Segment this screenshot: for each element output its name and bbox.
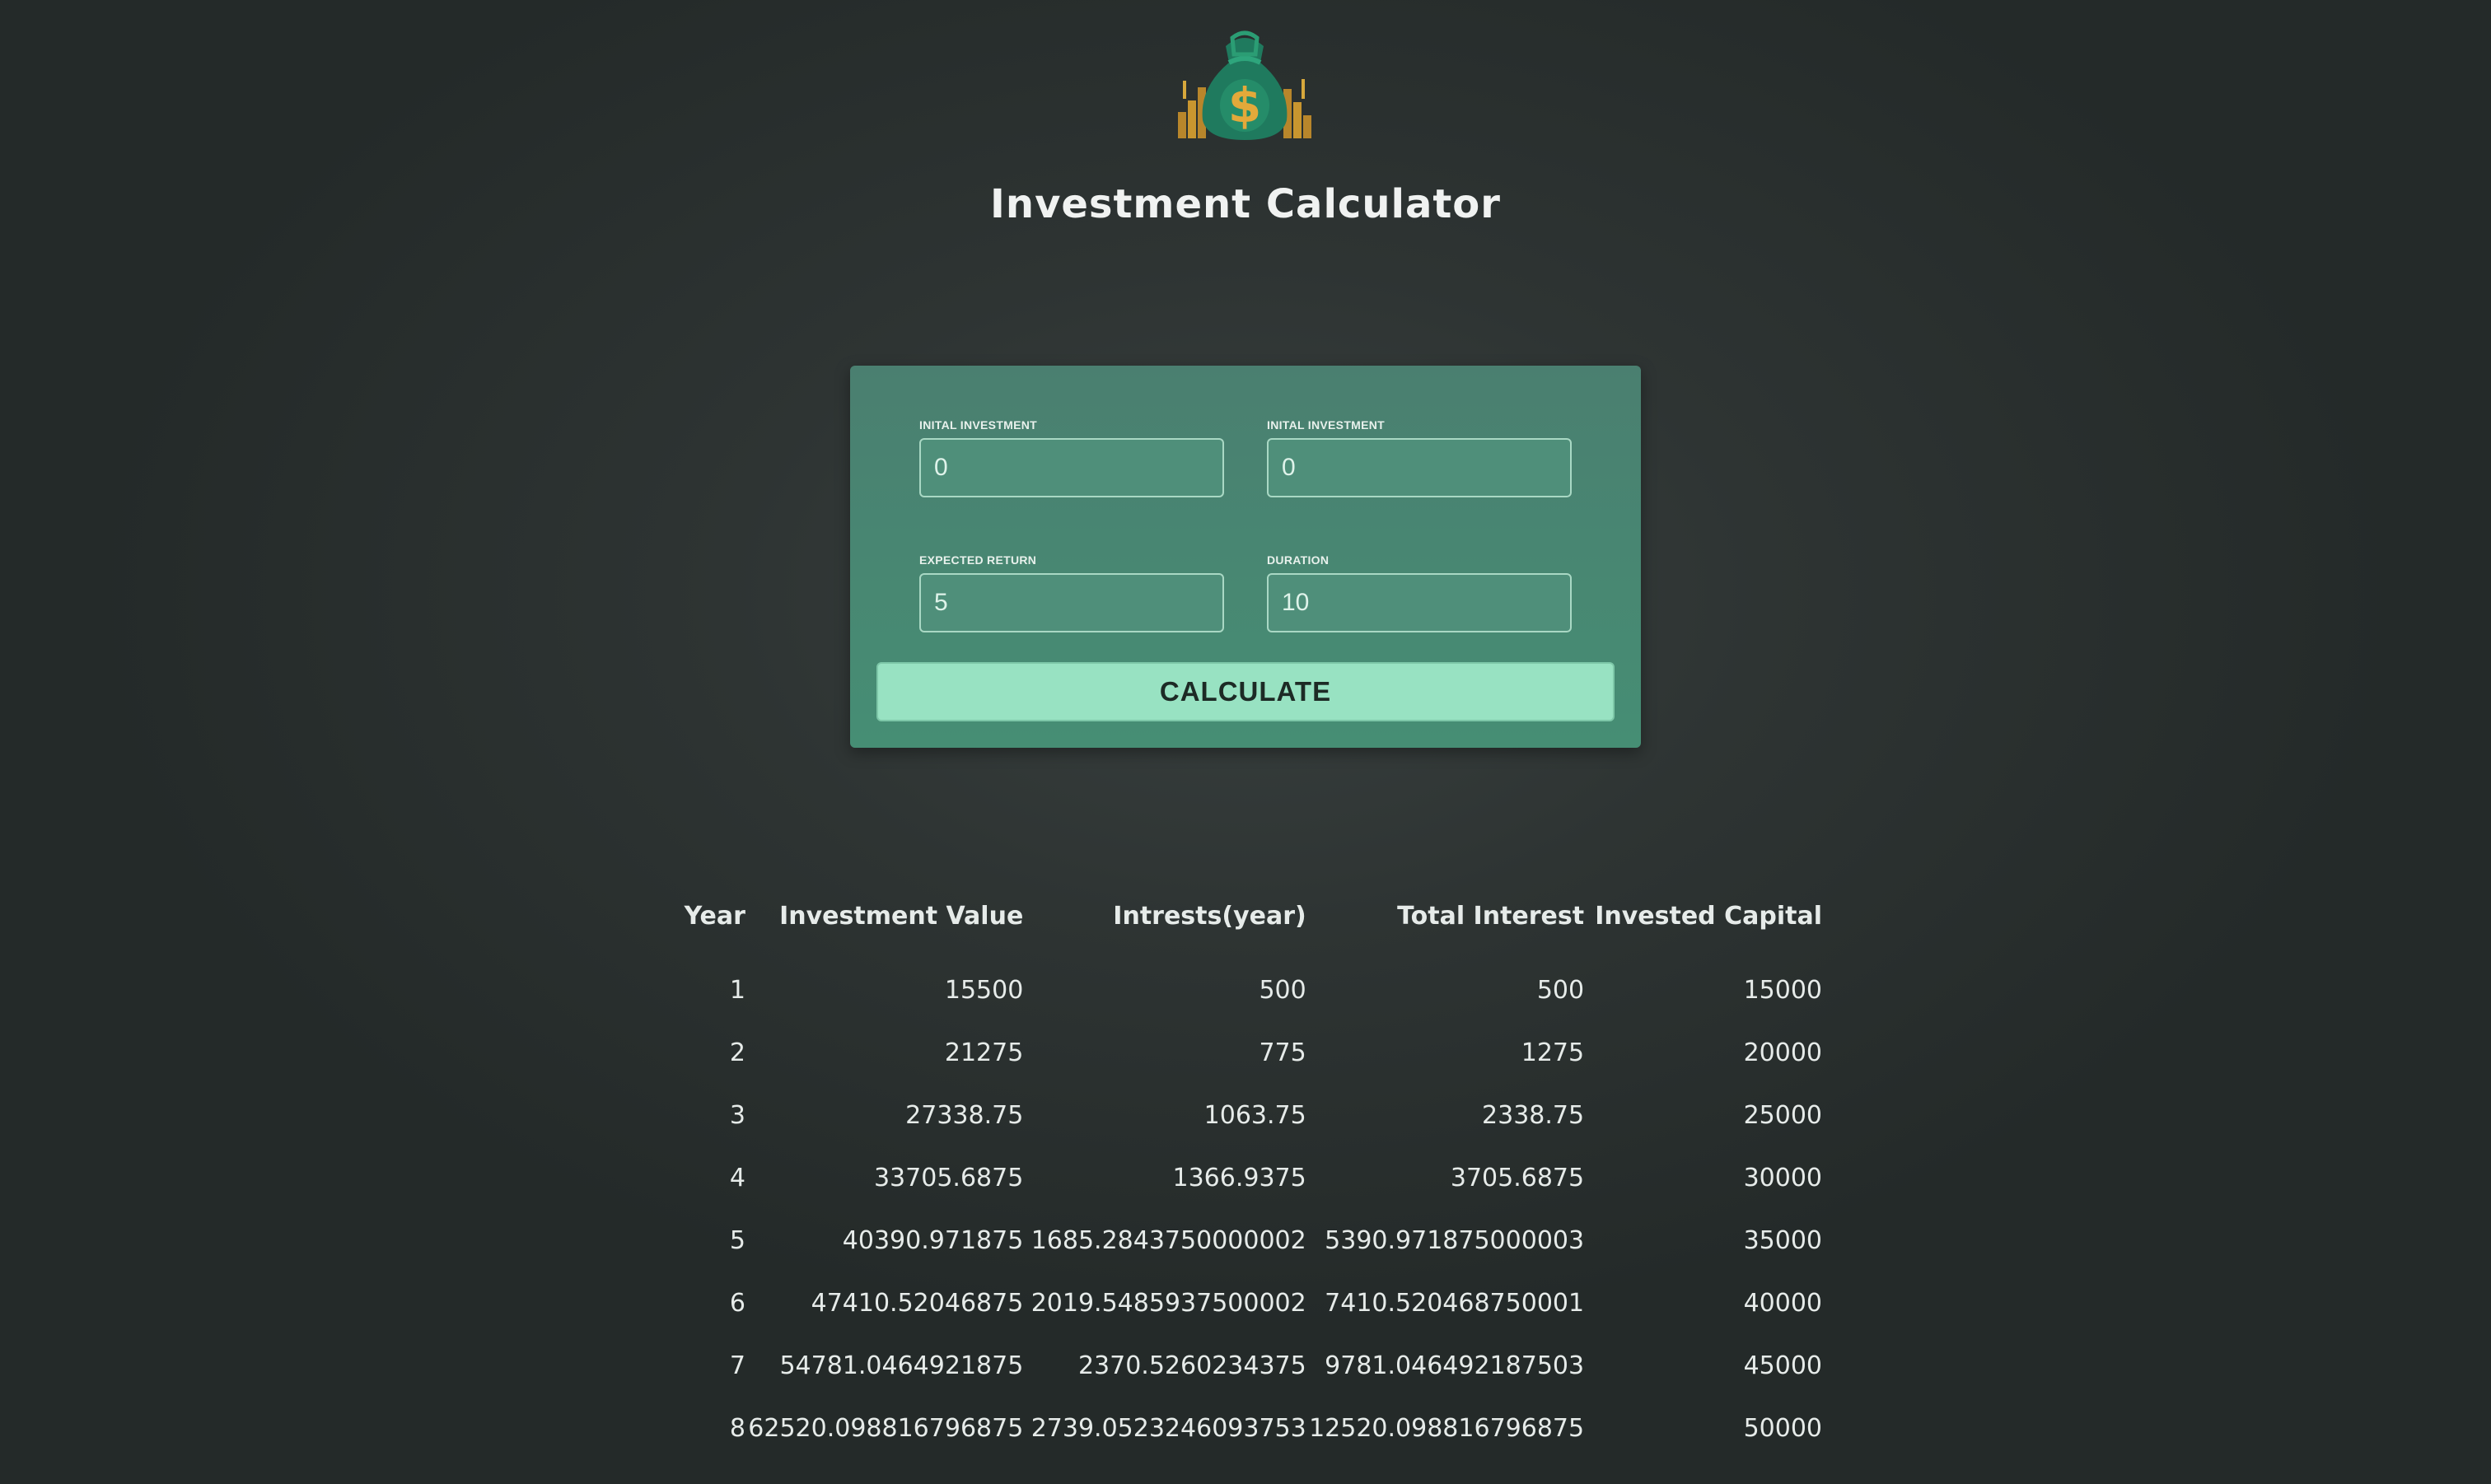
duration-field: DURATION xyxy=(1267,553,1572,632)
expected-return-input[interactable] xyxy=(919,573,1224,632)
cell-interest-year: 2019.5485937500002 xyxy=(1031,1288,1306,1318)
table-header-row: Year Investment Value Intrests(year) Tot… xyxy=(669,898,1822,959)
results-table: Year Investment Value Intrests(year) Tot… xyxy=(669,898,1822,1459)
cell-total-interest: 2338.75 xyxy=(1482,1100,1585,1130)
cell-interest-year: 1366.9375 xyxy=(1172,1163,1306,1192)
cell-year: 7 xyxy=(729,1351,745,1380)
duration-input[interactable] xyxy=(1267,573,1572,632)
annual-investment-input[interactable] xyxy=(1267,438,1572,497)
header-investment-value: Investment Value xyxy=(779,901,1024,931)
cell-invested-capital: 20000 xyxy=(1743,1038,1822,1067)
cell-interest-year: 2739.0523246093753 xyxy=(1031,1413,1306,1443)
cell-invested-capital: 35000 xyxy=(1743,1225,1822,1255)
cell-investment-value: 54781.0464921875 xyxy=(779,1351,1024,1380)
cell-total-interest: 12520.098816796875 xyxy=(1309,1413,1585,1443)
expected-return-field: EXPECTED RETURN xyxy=(919,553,1224,632)
cell-interest-year: 500 xyxy=(1259,975,1306,1005)
cell-invested-capital: 40000 xyxy=(1743,1288,1822,1318)
calculate-button[interactable]: CALCULATE xyxy=(876,662,1615,721)
cell-investment-value: 27338.75 xyxy=(905,1100,1024,1130)
header-total-interest: Total Interest xyxy=(1397,901,1585,931)
results-body: 1 15500 500 500 15000 2 21275 775 1275 20000 3 2733… xyxy=(669,959,1822,1459)
header-invested-capital: Invested Capital xyxy=(1595,901,1822,931)
cell-invested-capital: 50000 xyxy=(1743,1413,1822,1443)
annual-investment-label: INITAL INVESTMENT xyxy=(1267,418,1386,432)
initial-investment-field: INITAL INVESTMENT xyxy=(919,418,1224,497)
cell-total-interest: 3705.6875 xyxy=(1450,1163,1585,1192)
table-row: 8 62520.098816796875 2739.0523246093753 125… xyxy=(669,1397,1822,1459)
annual-investment-field: INITAL INVESTMENT xyxy=(1267,418,1572,497)
cell-total-interest: 7410.520468750001 xyxy=(1325,1288,1585,1318)
cell-interest-year: 775 xyxy=(1259,1038,1306,1067)
initial-investment-label: INITAL INVESTMENT xyxy=(919,418,1038,432)
cell-year: 3 xyxy=(729,1100,745,1130)
cell-year: 2 xyxy=(729,1038,745,1067)
cell-invested-capital: 25000 xyxy=(1743,1100,1822,1130)
cell-year: 6 xyxy=(729,1288,745,1318)
table-row: 2 21275 775 1275 20000 xyxy=(669,1021,1822,1084)
cell-investment-value: 47410.52046875 xyxy=(811,1288,1024,1318)
calculator-form: INITAL INVESTMENT INITAL INVESTMENT EXPE… xyxy=(850,366,1641,748)
money-bag-dollar-icon: $ xyxy=(1178,30,1311,140)
page-title: Investment Calculator xyxy=(990,181,1501,227)
cell-total-interest: 1275 xyxy=(1521,1038,1585,1067)
cell-investment-value: 15500 xyxy=(944,975,1024,1005)
cell-year: 8 xyxy=(729,1413,745,1443)
table-row: 4 33705.6875 1366.9375 3705.6875 30000 xyxy=(669,1146,1822,1209)
cell-total-interest: 9781.046492187503 xyxy=(1325,1351,1585,1380)
cell-investment-value: 40390.971875 xyxy=(842,1225,1024,1255)
table-row: 3 27338.75 1063.75 2338.75 25000 xyxy=(669,1084,1822,1146)
cell-total-interest: 500 xyxy=(1536,975,1585,1005)
expected-return-label: EXPECTED RETURN xyxy=(919,553,1037,567)
cell-total-interest: 5390.971875000003 xyxy=(1325,1225,1585,1255)
initial-investment-input[interactable] xyxy=(919,438,1224,497)
cell-interest-year: 2370.5260234375 xyxy=(1077,1351,1306,1380)
cell-interest-year: 1685.2843750000002 xyxy=(1031,1225,1306,1255)
header-year: Year xyxy=(684,901,745,931)
table-row: 5 40390.971875 1685.2843750000002 5390.9718… xyxy=(669,1209,1822,1272)
cell-invested-capital: 15000 xyxy=(1743,975,1822,1005)
header-interest-year: Intrests(year) xyxy=(1113,901,1306,931)
table-row: 7 54781.0464921875 2370.5260234375 9781.046… xyxy=(669,1334,1822,1397)
svg-text:$: $ xyxy=(1228,77,1261,133)
cell-investment-value: 33705.6875 xyxy=(873,1163,1024,1192)
cell-year: 5 xyxy=(729,1225,745,1255)
table-row: 1 15500 500 500 15000 xyxy=(669,959,1822,1021)
cell-investment-value: 62520.098816796875 xyxy=(748,1413,1024,1443)
duration-label: DURATION xyxy=(1267,553,1330,567)
cell-invested-capital: 30000 xyxy=(1743,1163,1822,1192)
cell-interest-year: 1063.75 xyxy=(1203,1100,1306,1130)
cell-investment-value: 21275 xyxy=(944,1038,1024,1067)
table-row: 6 47410.52046875 2019.5485937500002 7410.52… xyxy=(669,1272,1822,1334)
cell-invested-capital: 45000 xyxy=(1743,1351,1822,1380)
cell-year: 4 xyxy=(729,1163,745,1192)
cell-year: 1 xyxy=(729,975,745,1005)
